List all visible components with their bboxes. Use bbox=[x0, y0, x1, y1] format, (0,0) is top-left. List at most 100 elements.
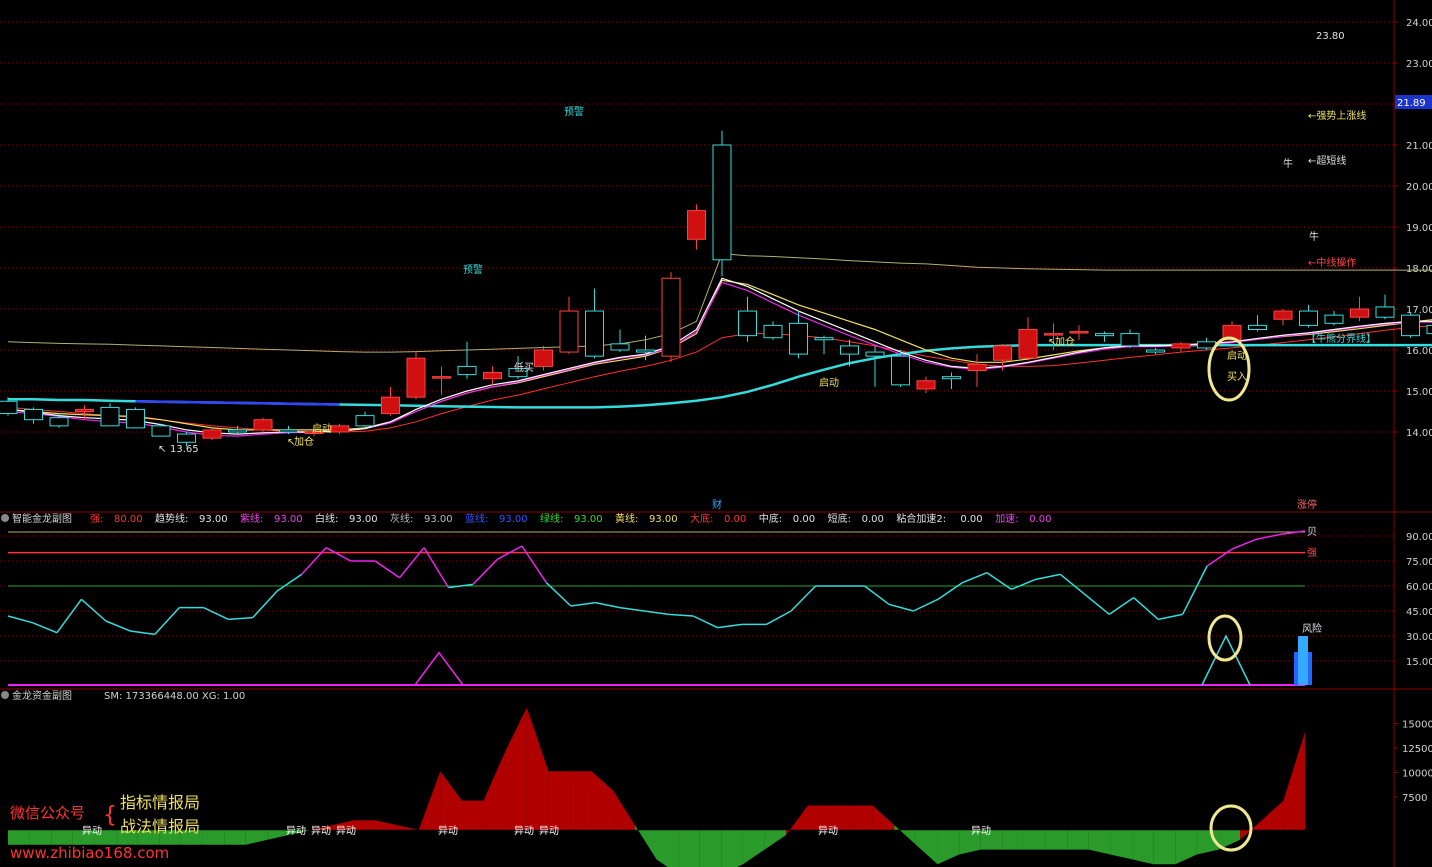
sub1-signal-segment bbox=[56, 598, 83, 634]
money-outflow-segment bbox=[699, 830, 722, 867]
money-inflow-segment bbox=[526, 707, 549, 830]
sub1-legend-name: 灰线: bbox=[390, 512, 413, 525]
candle-body bbox=[151, 425, 171, 437]
sub1-signal-segment bbox=[521, 545, 548, 584]
money-outflow-segment bbox=[1002, 830, 1024, 850]
sub1-tick-label: 90.00 bbox=[1406, 532, 1432, 543]
candle-body bbox=[738, 310, 757, 337]
sub1-signal-segment bbox=[864, 585, 890, 605]
money-inflow-segment bbox=[1261, 800, 1284, 830]
sub2-collapse-icon[interactable] bbox=[1, 691, 9, 699]
candle-body bbox=[891, 355, 910, 386]
sub1-legend-value: 80.00 bbox=[114, 514, 143, 525]
line-label-short: ←超短线 bbox=[1308, 154, 1346, 167]
money-outflow-segment bbox=[1023, 830, 1046, 850]
money-inflow-segment bbox=[483, 751, 506, 830]
candle-body bbox=[1044, 333, 1063, 336]
candle-body bbox=[840, 345, 859, 355]
line-label-strong: ←强势上涨线 bbox=[1308, 109, 1366, 122]
sub1-label-fengxian: 风险 bbox=[1302, 622, 1322, 635]
current-price-tag: 21.89 bbox=[1395, 95, 1432, 109]
candle-body bbox=[0, 400, 18, 415]
money-inflow-segment bbox=[872, 805, 895, 830]
sub1-indicator-legend: 强: 80.00 趋势线: 93.00 紫线: 93.00 白线: 93.00 灰线: 93.00… bbox=[90, 512, 1051, 525]
line-label-mid: ←中线操作 bbox=[1308, 256, 1356, 269]
price-tick-label: 21.00 bbox=[1406, 141, 1432, 152]
sub2-tick-label: 10000 bbox=[1402, 769, 1432, 780]
candle-body bbox=[993, 345, 1012, 361]
sub1-signal-segment bbox=[301, 547, 327, 575]
sub1-legend-value: 93.00 bbox=[649, 514, 678, 525]
sub2-money-flow-area bbox=[8, 707, 1305, 867]
candle-body bbox=[100, 406, 120, 427]
sub1-signal-segment bbox=[913, 598, 939, 612]
sub1-signal-segment bbox=[1011, 578, 1037, 591]
sub1-label-qiang: 强 bbox=[1307, 547, 1317, 559]
money-inflow-segment bbox=[353, 820, 376, 830]
sub1-collapse-icon[interactable] bbox=[1, 514, 9, 522]
candle-body bbox=[865, 351, 885, 357]
candle-body bbox=[381, 396, 400, 415]
candle-body bbox=[1401, 314, 1420, 337]
sub1-signal-segment bbox=[1035, 573, 1061, 581]
price-tick-label: 20.00 bbox=[1406, 182, 1432, 193]
candle-body bbox=[330, 425, 349, 433]
sub1-label-bei: 贝 bbox=[1307, 526, 1317, 538]
money-inflow-segment bbox=[1283, 732, 1305, 830]
candle-body bbox=[1095, 333, 1114, 337]
candle-body bbox=[1299, 310, 1318, 326]
money-outflow-segment bbox=[742, 830, 765, 865]
sub1-legend-value: 93.00 bbox=[499, 514, 528, 525]
sub1-signal-segment bbox=[1059, 573, 1086, 595]
sub1-signal-segment bbox=[203, 606, 229, 621]
sub1-tick-label: 60.00 bbox=[1406, 582, 1432, 593]
main-annotations: 23.80 13.65 ↖ 启动 加仓 ↖ 预警 预警 低买 启动 加仓 ↖ 启… bbox=[158, 31, 1376, 511]
money-inflow-segment bbox=[786, 805, 808, 835]
money-outflow-segment bbox=[245, 830, 268, 845]
candle-body bbox=[967, 363, 987, 372]
candle-body bbox=[75, 408, 94, 413]
sub1-legend-value: 93.00 bbox=[349, 514, 378, 525]
sub1-signal-segment bbox=[1108, 597, 1135, 615]
yidong-label: 异动 bbox=[438, 825, 458, 837]
low-price-arrow: ↖ bbox=[158, 444, 166, 455]
money-outflow-segment bbox=[1175, 830, 1197, 865]
sub1-signal-segment bbox=[154, 607, 180, 635]
money-inflow-segment bbox=[375, 820, 398, 830]
money-outflow-segment bbox=[1067, 830, 1089, 850]
watermark-line2: 指标情报局 bbox=[120, 793, 200, 812]
bull-bear-line-blue bbox=[135, 400, 340, 406]
sub1-legend-name: 强: bbox=[90, 513, 103, 525]
sub1-signal-segment bbox=[423, 547, 450, 589]
svg-text:↖: ↖ bbox=[287, 437, 295, 448]
candle-body bbox=[636, 349, 655, 353]
sub1-tick-label: 15.00 bbox=[1406, 657, 1432, 668]
sub1-legend-name: 中底: bbox=[759, 512, 782, 525]
candle-body bbox=[1171, 343, 1191, 349]
money-outflow-segment bbox=[1132, 830, 1154, 865]
main-price-axis: 24.0023.0022.0021.0020.0019.0018.0017.00… bbox=[1394, 18, 1432, 439]
annotation-mairu: 买入 bbox=[1227, 371, 1247, 383]
candle-body bbox=[1426, 324, 1432, 335]
candle-body bbox=[406, 357, 426, 398]
yidong-label: 异动 bbox=[336, 825, 356, 837]
money-outflow-segment bbox=[915, 830, 938, 865]
sub1-signal-segment bbox=[790, 585, 817, 612]
sub1-lines bbox=[7, 530, 1306, 686]
candle-body bbox=[432, 376, 451, 379]
sub1-legend-value: 93.00 bbox=[574, 514, 603, 525]
candle-body bbox=[1375, 306, 1395, 318]
risk-bars bbox=[1294, 636, 1312, 685]
sub1-legend-value: 93.00 bbox=[199, 514, 228, 525]
money-inflow-segment bbox=[570, 771, 592, 830]
sub1-signal-segment bbox=[692, 615, 719, 629]
sub2-tick-label: 12500 bbox=[1402, 744, 1432, 755]
sub1-legend-name: 粘合加速2: bbox=[896, 512, 946, 525]
sub-panel-2: 金龙资金副图 SM: 173366448.00 XG: 1.00 15000 12… bbox=[1, 689, 1432, 867]
watermark-line3: 战法情报局 bbox=[120, 817, 200, 836]
yidong-label: 异动 bbox=[311, 825, 331, 837]
money-outflow-segment bbox=[678, 830, 700, 867]
candlestick-series bbox=[0, 130, 1432, 447]
money-inflow-segment bbox=[461, 800, 484, 830]
svg-text:↖: ↖ bbox=[1048, 337, 1056, 348]
